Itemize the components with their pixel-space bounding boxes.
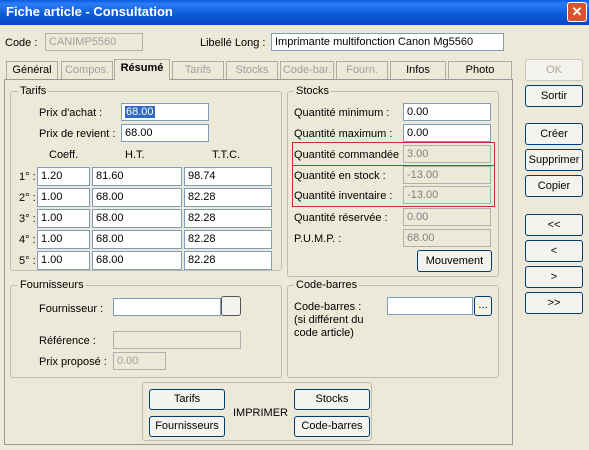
creer-button[interactable]: Créer	[525, 123, 583, 145]
prix-revient-label: Prix de revient :	[39, 128, 116, 140]
qte-inv-label: Quantité inventaire :	[294, 190, 393, 202]
window-title: Fiche article - Consultation	[6, 4, 173, 19]
codebarres-group-label: Code-barres	[294, 279, 360, 291]
codebarres-field[interactable]	[387, 297, 473, 315]
qte-min-label: Quantité minimum :	[294, 107, 390, 119]
fournisseur-browse-button[interactable]	[221, 296, 241, 316]
qte-cmd-label: Quantité commandée :	[294, 149, 406, 161]
next-record-button[interactable]: >	[525, 266, 583, 288]
qte-inv-field[interactable]: -13.00	[403, 186, 491, 204]
tab-photo[interactable]: Photo	[448, 61, 512, 79]
tarif-row-3-coeff[interactable]: 1.00	[37, 209, 90, 228]
codebarres-label-2: (si différent du	[294, 314, 364, 326]
tab-compos[interactable]: Compos.	[61, 61, 113, 79]
tab-resume[interactable]: Résumé	[114, 59, 170, 80]
tab-stocks[interactable]: Stocks	[226, 61, 278, 79]
close-button[interactable]: ✕	[567, 2, 587, 22]
tarif-row-1-coeff[interactable]: 1.20	[37, 167, 90, 186]
prix-achat-field[interactable]: 68.00	[121, 103, 209, 121]
tarif-row-2-coeff[interactable]: 1.00	[37, 188, 90, 207]
tarif-row-1-ht[interactable]: 81.60	[92, 167, 182, 186]
first-record-button[interactable]: <<	[525, 214, 583, 236]
copier-button[interactable]: Copier	[525, 175, 583, 197]
codebarres-browse-button[interactable]: ...	[474, 296, 492, 316]
reference-field[interactable]	[113, 331, 241, 349]
tarif-row-2-ht[interactable]: 68.00	[92, 188, 182, 207]
tarif-row-2-ttc[interactable]: 82.28	[184, 188, 272, 207]
prix-revient-field[interactable]: 68.00	[121, 124, 209, 142]
fournisseur-field[interactable]	[113, 298, 221, 316]
qte-min-field[interactable]: 0.00	[403, 103, 491, 121]
tab-general[interactable]: Général	[6, 61, 58, 79]
resume-panel: Tarifs Prix d'achat : 68.00 Prix de revi…	[4, 79, 513, 445]
last-record-button[interactable]: >>	[525, 292, 583, 314]
libelle-label: Libellé Long :	[200, 37, 266, 49]
stocks-group-label: Stocks	[294, 85, 332, 97]
ok-button[interactable]: OK	[525, 59, 583, 81]
tarif-row-5-ttc[interactable]: 82.28	[184, 251, 272, 270]
tab-code-bar[interactable]: Code-bar.	[280, 61, 334, 79]
qte-stock-label: Quantité en stock :	[294, 170, 386, 182]
codebarres-label-3: code article)	[294, 327, 354, 339]
reference-label: Référence :	[39, 335, 96, 347]
print-codebarres-button[interactable]: Code-barres	[294, 416, 370, 437]
tarif-row-4-coeff[interactable]: 1.00	[37, 230, 90, 249]
print-stocks-button[interactable]: Stocks	[294, 389, 370, 410]
mouvement-button[interactable]: Mouvement	[417, 250, 492, 272]
tarif-row-3-ht[interactable]: 68.00	[92, 209, 182, 228]
tarif-row-4-ttc[interactable]: 82.28	[184, 230, 272, 249]
prix-propose-label: Prix proposé :	[39, 356, 107, 368]
tarif-row-3-ttc[interactable]: 82.28	[184, 209, 272, 228]
qte-res-label: Quantité réservée :	[294, 212, 388, 224]
print-fournisseurs-button[interactable]: Fournisseurs	[149, 416, 225, 437]
codebarres-label-1: Code-barres :	[294, 301, 362, 313]
tarif-row-1-ttc[interactable]: 98.74	[184, 167, 272, 186]
sortir-button[interactable]: Sortir	[525, 85, 583, 107]
tarif-row-5-label: 5° :	[19, 255, 36, 267]
col-coeff-header: Coeff.	[49, 149, 79, 161]
qte-stock-field[interactable]: -13.00	[403, 166, 491, 184]
tarif-row-1-label: 1° :	[19, 171, 36, 183]
prix-propose-field[interactable]: 0.00	[113, 352, 166, 370]
imprimer-label: IMPRIMER	[233, 407, 288, 419]
print-tarifs-button[interactable]: Tarifs	[149, 389, 225, 410]
tarif-row-5-ht[interactable]: 68.00	[92, 251, 182, 270]
prev-record-button[interactable]: <	[525, 240, 583, 262]
qte-max-field[interactable]: 0.00	[403, 124, 491, 142]
tarif-row-4-label: 4° :	[19, 234, 36, 246]
tarif-row-3-label: 3° :	[19, 213, 36, 225]
pump-field[interactable]: 68.00	[403, 229, 491, 247]
tab-tarifs[interactable]: Tarifs	[172, 61, 224, 79]
pump-label: P.U.M.P. :	[294, 233, 342, 245]
fournisseurs-group-label: Fournisseurs	[18, 279, 86, 291]
fournisseur-label: Fournisseur :	[39, 303, 104, 315]
col-ttc-header: T.T.C.	[212, 149, 241, 161]
tarif-row-5-coeff[interactable]: 1.00	[37, 251, 90, 270]
qte-cmd-field[interactable]: 3.00	[403, 145, 491, 163]
tarif-row-2-label: 2° :	[19, 192, 36, 204]
code-field[interactable]: CANIMP5560	[45, 33, 143, 51]
libelle-field[interactable]: Imprimante multifonction Canon Mg5560	[271, 33, 504, 51]
col-ht-header: H.T.	[125, 149, 145, 161]
code-label: Code :	[5, 37, 38, 49]
tarif-row-4-ht[interactable]: 68.00	[92, 230, 182, 249]
tab-infos[interactable]: Infos	[390, 61, 446, 79]
tarifs-group-label: Tarifs	[18, 85, 49, 97]
qte-res-field[interactable]: 0.00	[403, 208, 491, 226]
supprimer-button[interactable]: Supprimer	[525, 149, 583, 171]
prix-achat-value: 68.00	[125, 106, 155, 118]
qte-max-label: Quantité maximum :	[294, 128, 393, 140]
prix-achat-label: Prix d'achat :	[39, 107, 103, 119]
tab-fourn[interactable]: Fourn.	[336, 61, 388, 79]
